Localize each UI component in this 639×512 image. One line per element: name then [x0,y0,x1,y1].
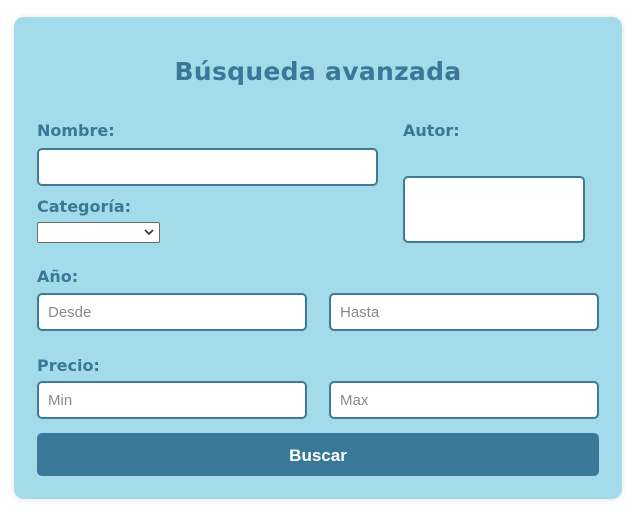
precio-min-input[interactable] [37,381,307,419]
buscar-button[interactable]: Buscar [37,433,599,476]
page-title: Búsqueda avanzada [174,57,462,86]
precio-max-input[interactable] [329,381,599,419]
anio-label: Año: [37,267,79,286]
chevron-down-icon [144,229,154,236]
categoria-label: Categoría: [37,197,132,216]
autor-label: Autor: [403,121,460,140]
autor-textarea[interactable] [403,176,585,243]
precio-label: Precio: [37,356,100,375]
nombre-label: Nombre: [37,121,115,140]
nombre-input[interactable] [37,148,378,186]
anio-desde-input[interactable] [37,293,307,331]
advanced-search-card: Búsqueda avanzada Nombre: Autor: Categor… [14,17,622,499]
categoria-select[interactable] [37,222,160,243]
anio-hasta-input[interactable] [329,293,599,331]
